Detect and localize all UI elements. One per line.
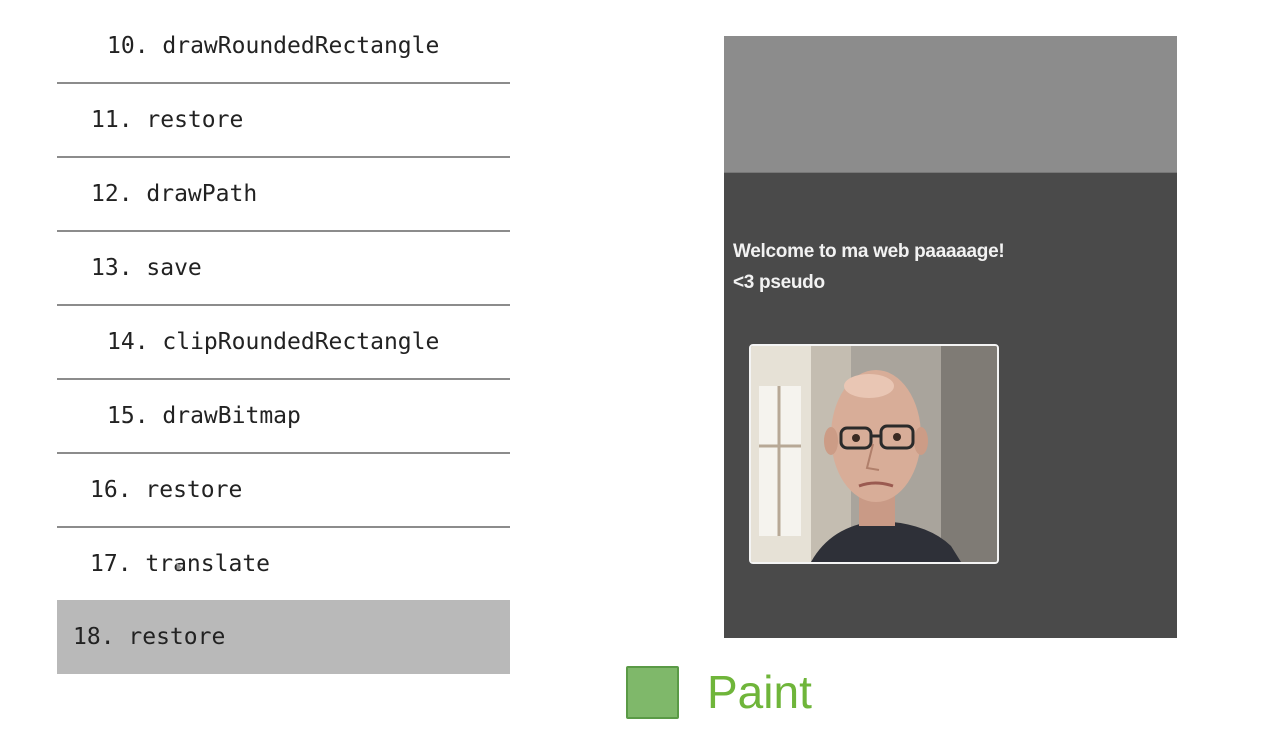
command-item-18-selected[interactable]: 18. restore — [57, 600, 510, 674]
command-label: 16. restore — [90, 477, 243, 503]
command-item-17[interactable]: 17. translate — [57, 528, 510, 602]
command-label: 13. save — [91, 255, 202, 281]
preview-text: Welcome to ma web paaaaage! <3 pseudo — [733, 236, 1005, 298]
paint-legend-label: Paint — [707, 666, 812, 718]
command-label: 12. drawPath — [91, 181, 258, 207]
command-item-10[interactable]: 10. drawRoundedRectangle — [57, 10, 510, 84]
command-label: 14. clipRoundedRectangle — [107, 329, 440, 355]
page-preview: Welcome to ma web paaaaage! <3 pseudo — [724, 36, 1177, 638]
signature-text: <3 pseudo — [733, 272, 825, 293]
paint-swatch-icon — [626, 665, 679, 719]
profile-photo — [749, 344, 999, 564]
command-label: 10. drawRoundedRectangle — [107, 33, 440, 59]
command-label: 18. restore — [73, 624, 226, 650]
command-item-12[interactable]: 12. drawPath — [57, 158, 510, 232]
draw-command-list: 10. drawRoundedRectangle 11. restore 12.… — [57, 10, 510, 674]
person-photo-icon — [751, 346, 997, 562]
command-item-13[interactable]: 13. save — [57, 232, 510, 306]
command-label: 11. restore — [91, 107, 244, 133]
command-item-16[interactable]: 16. restore — [57, 454, 510, 528]
command-item-14[interactable]: 14. clipRoundedRectangle — [57, 306, 510, 380]
paint-legend: Paint — [626, 664, 812, 720]
preview-header-band — [724, 36, 1177, 173]
welcome-heading: Welcome to ma web paaaaage! — [733, 241, 1005, 262]
command-item-15[interactable]: 15. drawBitmap — [57, 380, 510, 454]
command-item-11[interactable]: 11. restore — [57, 84, 510, 158]
command-label: 15. drawBitmap — [107, 403, 301, 429]
